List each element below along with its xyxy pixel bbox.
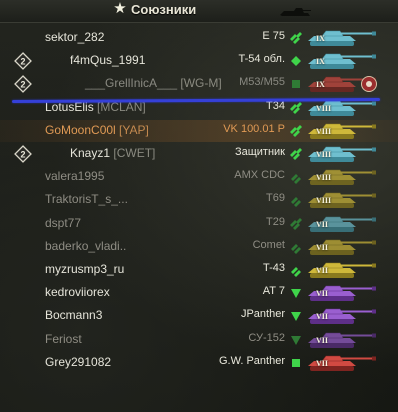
platoon-icon: 2 xyxy=(14,145,32,163)
player-name: Knayz1 [CWET] xyxy=(70,146,155,160)
player-row[interactable]: sektor_282 E 75 IX xyxy=(0,27,398,49)
vehicle-name: СУ-152 xyxy=(248,331,285,344)
vehicle-tier: VII xyxy=(316,219,329,229)
player-clan: [CWET] xyxy=(110,146,156,160)
vehicle-name: E 75 xyxy=(262,30,285,42)
player-name: dspt77 xyxy=(45,216,81,230)
player-nick: myzrusmp3_ru xyxy=(45,262,125,276)
player-clan: [YAP] xyxy=(115,122,149,137)
heavy-class-icon xyxy=(290,32,302,44)
team-header: ★ Союзники xyxy=(0,0,398,23)
vehicle-tier: IX xyxy=(316,57,325,67)
player-name: Bocmann3 xyxy=(45,308,102,322)
platoon-icon: 2 xyxy=(14,75,32,94)
svg-text:2: 2 xyxy=(20,150,25,160)
player-row[interactable]: kedroviiorex AT 7 VII xyxy=(0,282,398,304)
player-row[interactable]: Grey291082 G.W. Panther VII xyxy=(0,352,398,374)
vehicle-name: M53/M55 xyxy=(239,76,285,89)
player-row[interactable]: 2 Knayz1 [CWET] Защитник VIII xyxy=(0,143,398,165)
player-name: TraktorisT_s_... xyxy=(45,192,128,206)
player-clan: [WG-M] xyxy=(177,76,222,91)
player-name: sektor_282 xyxy=(45,30,104,44)
player-row[interactable]: TraktorisT_s_... T69 VIII xyxy=(0,189,398,211)
spg-class-icon xyxy=(292,80,300,89)
player-nick: valera1995 xyxy=(45,169,105,184)
player-name: baderko_vladi.. xyxy=(45,239,126,253)
vehicle-name: Comet xyxy=(252,238,285,251)
vehicle-tier: VIII xyxy=(316,196,332,206)
medium-class-icon xyxy=(291,267,301,277)
tank-silhouette-icon xyxy=(280,8,311,16)
player-name: myzrusmp3_ru xyxy=(45,262,124,276)
player-name: f4mQus_1991 xyxy=(70,53,145,67)
player-name: valera1995 xyxy=(45,169,104,183)
player-nick: baderko_vladi.. xyxy=(45,238,127,253)
vehicle-tier: VIII xyxy=(316,103,332,113)
svg-text:2: 2 xyxy=(20,57,25,67)
player-row[interactable]: valera1995 AMX CDC VIII xyxy=(0,166,398,188)
player-row[interactable]: 2 ___GrellInicA___ [WG-M] M53/M55 IX xyxy=(0,73,398,95)
player-name: kedroviiorex xyxy=(45,285,110,299)
spg-class-icon xyxy=(292,358,300,367)
vehicle-tier: VIII xyxy=(316,150,332,159)
player-row[interactable]: Feriost СУ-152 VII xyxy=(0,329,398,351)
vehicle-tier: IX xyxy=(316,34,325,43)
vehicle-name: T69 xyxy=(266,192,285,205)
player-name: ___GrellInicA___ [WG-M] xyxy=(85,76,222,90)
star-icon: ★ xyxy=(113,0,127,17)
player-row[interactable]: dspt77 T29 VII xyxy=(0,213,398,235)
heavy-class-icon xyxy=(290,217,302,230)
td-class-icon xyxy=(291,289,301,299)
vehicle-tier: VIII xyxy=(316,126,332,136)
player-nick: f4mQus_1991 xyxy=(70,53,146,68)
vehicle-tier: VII xyxy=(316,312,329,322)
player-row[interactable]: Bocmann3 JPanther VII xyxy=(0,305,398,327)
player-nick: dspt77 xyxy=(45,215,82,230)
vehicle-tier: IX xyxy=(316,80,325,90)
heavy-class-icon xyxy=(290,101,302,114)
player-name: GoMoonC00l [YAP] xyxy=(45,123,149,137)
team-title: Союзники xyxy=(131,2,197,17)
medium-class-icon xyxy=(291,243,301,254)
player-nick: TraktorisT_s_... xyxy=(45,192,128,207)
medium-class-icon xyxy=(291,174,301,185)
td-class-icon xyxy=(291,335,301,345)
player-nick: kedroviiorex xyxy=(45,285,110,300)
player-row[interactable]: myzrusmp3_ru T-43 VII xyxy=(0,259,398,281)
vehicle-name: JPanther xyxy=(240,308,285,321)
player-nick: GoMoonC00l xyxy=(45,122,116,137)
player-nick: Knayz1 xyxy=(70,146,111,160)
light-class-icon xyxy=(291,56,301,67)
heavy-class-icon xyxy=(290,124,302,137)
td-class-icon xyxy=(291,312,301,322)
platoon-icon: 2 xyxy=(14,52,32,71)
player-row[interactable]: baderko_vladi.. Comet VII xyxy=(0,236,398,258)
vehicle-tier: VII xyxy=(316,242,329,252)
vehicle-name: Защитник xyxy=(234,146,285,158)
vehicle-tier: VII xyxy=(316,335,329,345)
medium-class-icon xyxy=(291,197,301,208)
vehicle-name: AMX CDC xyxy=(234,169,285,182)
vehicle-name: G.W. Panther xyxy=(218,354,285,367)
player-nick: Bocmann3 xyxy=(45,308,103,323)
player-nick: sektor_282 xyxy=(45,30,105,44)
player-nick: ___GrellInicA___ xyxy=(85,76,178,91)
vehicle-name: AT 7 xyxy=(262,285,285,298)
player-row[interactable]: GoMoonC00l [YAP] VK 100.01 P VIII xyxy=(0,119,398,142)
vehicle-tier: VIII xyxy=(316,173,332,183)
player-nick: Grey291082 xyxy=(45,354,112,369)
vehicle-name: T29 xyxy=(266,215,285,228)
vehicle-tier: VII xyxy=(316,266,329,275)
player-name: Grey291082 xyxy=(45,355,111,369)
player-row[interactable]: 2 f4mQus_1991 T-54 обл. IX xyxy=(0,50,398,72)
player-nick: Feriost xyxy=(45,331,82,346)
vehicle-tier: VII xyxy=(316,289,329,299)
vehicle-name: T-43 xyxy=(262,262,285,274)
vehicle-name: VK 100.01 P xyxy=(223,122,285,135)
svg-text:2: 2 xyxy=(20,80,25,90)
heavy-class-icon xyxy=(290,148,302,160)
vehicle-tier: VII xyxy=(316,358,329,368)
vehicle-name: T-54 обл. xyxy=(238,53,285,66)
player-name: Feriost xyxy=(45,332,82,346)
